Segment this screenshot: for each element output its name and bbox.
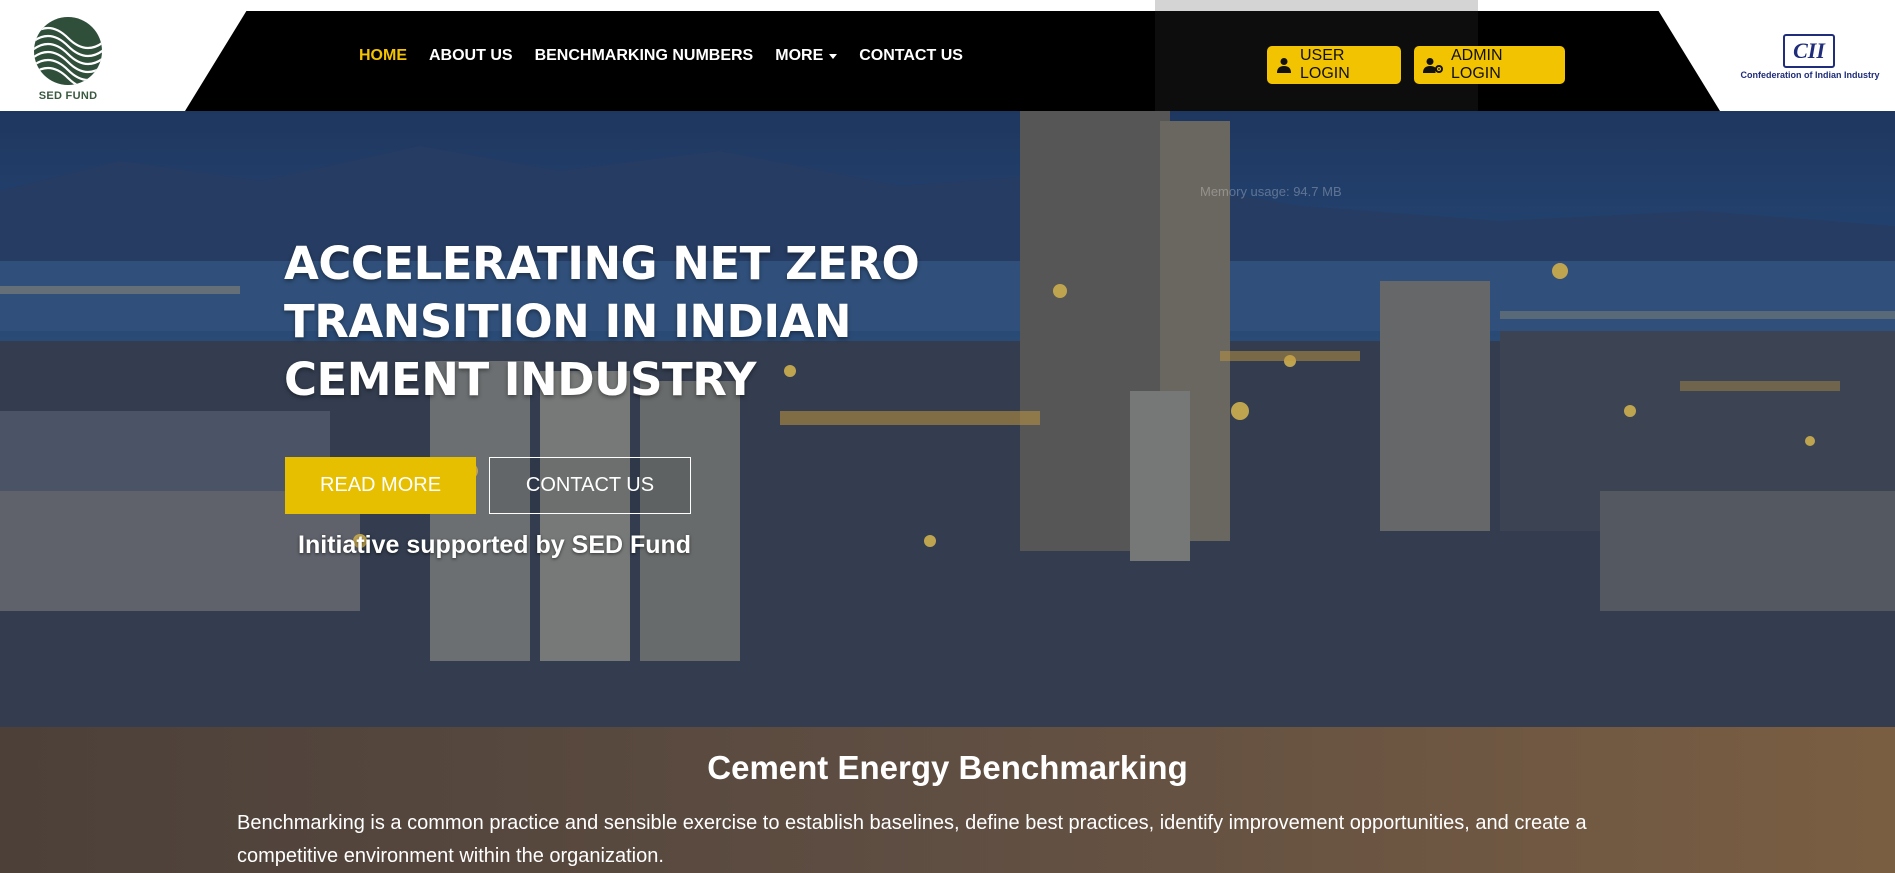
- admin-login-button[interactable]: ADMIN LOGIN: [1414, 46, 1565, 84]
- user-login-button[interactable]: USER LOGIN: [1267, 46, 1401, 84]
- user-icon: [1277, 58, 1291, 73]
- nav-item-contact-us[interactable]: CONTACT US: [859, 47, 963, 65]
- admin-login-label: ADMIN LOGIN: [1451, 47, 1503, 82]
- nav-item-more-label: MORE: [775, 47, 824, 64]
- initiative-text: Initiative supported by SED Fund: [298, 531, 692, 559]
- section-title: Cement Energy Benchmarking: [707, 749, 1188, 786]
- user-login-label: USER LOGIN: [1300, 47, 1350, 82]
- cii-logo[interactable]: CII Confederation of Indian Industry: [1735, 30, 1885, 86]
- hero-banner: Memory usage: 94.7 MB ACCELERATING NET Z…: [0, 111, 1895, 727]
- user-gear-icon: [1423, 58, 1443, 73]
- memory-usage-text: Memory usage: 94.7 MB: [1200, 184, 1342, 199]
- site-header: SED FUND HOME ABOUT US BENCHMARKING NUMB…: [0, 0, 1895, 215]
- benchmarking-section: Cement Energy Benchmarking Benchmarking …: [0, 727, 1895, 873]
- nav-item-more[interactable]: MORE: [775, 47, 838, 65]
- cii-logo-label: Confederation of Indian Industry: [1740, 70, 1880, 80]
- nav-item-benchmarking-numbers[interactable]: BENCHMARKING NUMBERS: [535, 47, 754, 65]
- cii-logo-mark: CII: [1783, 34, 1835, 68]
- hero-title: ACCELERATING NET ZERO TRANSITION IN INDI…: [284, 237, 920, 406]
- hero-contact-us-button[interactable]: CONTACT US: [489, 457, 691, 514]
- nav-item-home[interactable]: HOME: [359, 47, 407, 65]
- read-more-button[interactable]: READ MORE: [285, 457, 476, 514]
- main-nav: HOME ABOUT US BENCHMARKING NUMBERS MORE …: [359, 47, 963, 65]
- sed-fund-emblem-icon: [34, 17, 102, 85]
- cement-plant-night-image: [0, 111, 1895, 727]
- sed-fund-logo[interactable]: SED FUND: [30, 16, 106, 106]
- chevron-down-icon: [829, 53, 838, 59]
- nav-item-about-us[interactable]: ABOUT US: [429, 47, 513, 65]
- sed-fund-logo-label: SED FUND: [38, 90, 98, 102]
- section-description: Benchmarking is a common practice and se…: [237, 812, 1587, 867]
